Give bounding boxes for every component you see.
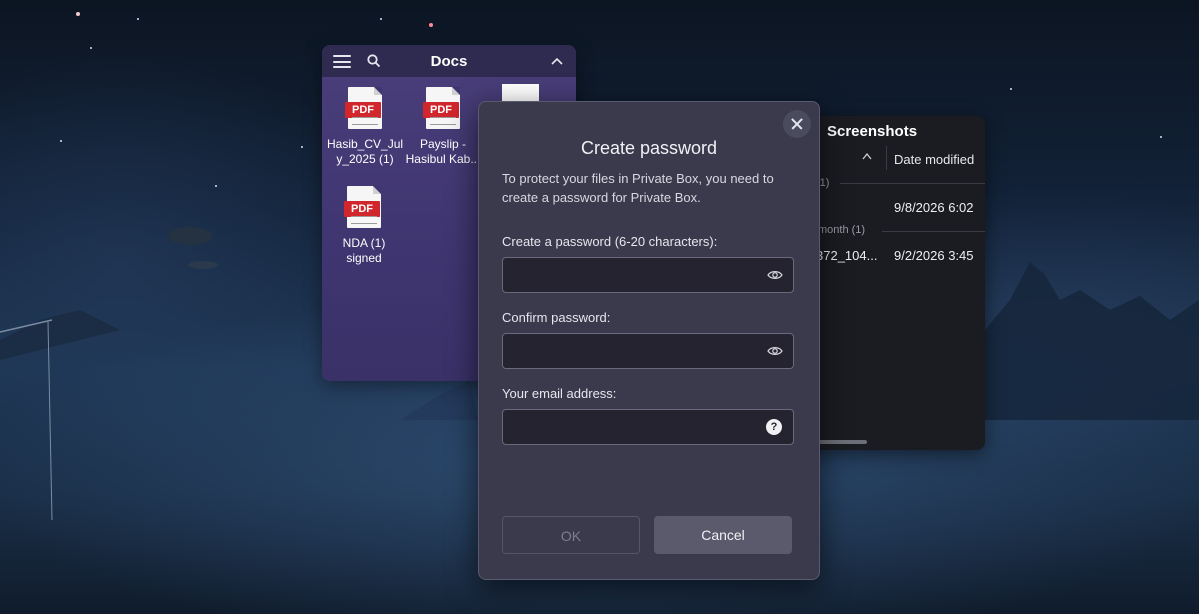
file-name: NDA (1)	[342, 236, 386, 250]
dialog-title: Create password	[580, 138, 718, 158]
docs-header: Docs	[322, 45, 576, 77]
password-field[interactable]	[502, 257, 794, 294]
file-date[interactable]: 9/2/2026 3:45	[894, 248, 974, 263]
confirm-password-input[interactable]	[511, 334, 755, 370]
file-name[interactable]: 372_104...	[816, 248, 877, 263]
pdf-badge: PDF	[344, 201, 380, 217]
ok-button[interactable]: OK	[502, 516, 640, 554]
divider	[840, 183, 985, 184]
pdf-badge: PDF	[423, 102, 459, 118]
file-item[interactable]: PDF Hasib_CV_Jul y_2025 (1)	[327, 87, 403, 167]
create-password-dialog: Create password To protect your files in…	[478, 101, 820, 580]
docs-title: Docs	[430, 53, 468, 70]
horizontal-scrollbar[interactable]	[818, 440, 867, 444]
file-name: Hasib_CV_Jul	[327, 137, 404, 151]
sort-ascending-icon[interactable]	[862, 152, 872, 160]
column-header-date-modified[interactable]: Date modified	[894, 152, 974, 167]
file-name: y_2025 (1)	[336, 152, 394, 166]
file-date[interactable]: 9/8/2026 6:02	[894, 200, 974, 215]
password-label: Create a password (6-20 characters):	[502, 234, 718, 249]
email-input[interactable]	[511, 410, 755, 446]
pdf-badge: PDF	[345, 102, 381, 118]
divider	[882, 231, 985, 232]
file-name: signed	[346, 251, 382, 265]
file-item[interactable]: PDF NDA (1) signed	[326, 186, 402, 266]
pdf-file-icon: PDF	[344, 186, 381, 228]
close-icon[interactable]	[783, 110, 811, 138]
email-label: Your email address:	[502, 386, 617, 401]
pdf-file-icon: PDF	[345, 87, 382, 129]
password-input[interactable]	[511, 258, 755, 294]
confirm-password-field[interactable]	[502, 333, 794, 370]
show-password-eye-icon[interactable]	[767, 344, 783, 358]
group-header[interactable]: month (1)	[818, 224, 865, 236]
file-name: Payslip -	[419, 137, 466, 151]
chevron-up-icon[interactable]	[551, 56, 563, 66]
pdf-file-icon: PDF	[423, 87, 460, 129]
help-icon[interactable]: ?	[766, 419, 782, 435]
email-field[interactable]: ?	[502, 409, 794, 446]
cancel-button[interactable]: Cancel	[654, 516, 792, 554]
dialog-description: To protect your files in Private Box, yo…	[502, 171, 774, 205]
file-name: Hasibul Kab...	[405, 152, 481, 166]
screenshots-title: Screenshots	[827, 123, 918, 140]
column-separator[interactable]	[886, 146, 887, 170]
confirm-password-label: Confirm password:	[502, 310, 611, 325]
file-item[interactable]: PDF Payslip - Hasibul Kab...	[405, 87, 481, 167]
show-password-eye-icon[interactable]	[767, 268, 783, 282]
